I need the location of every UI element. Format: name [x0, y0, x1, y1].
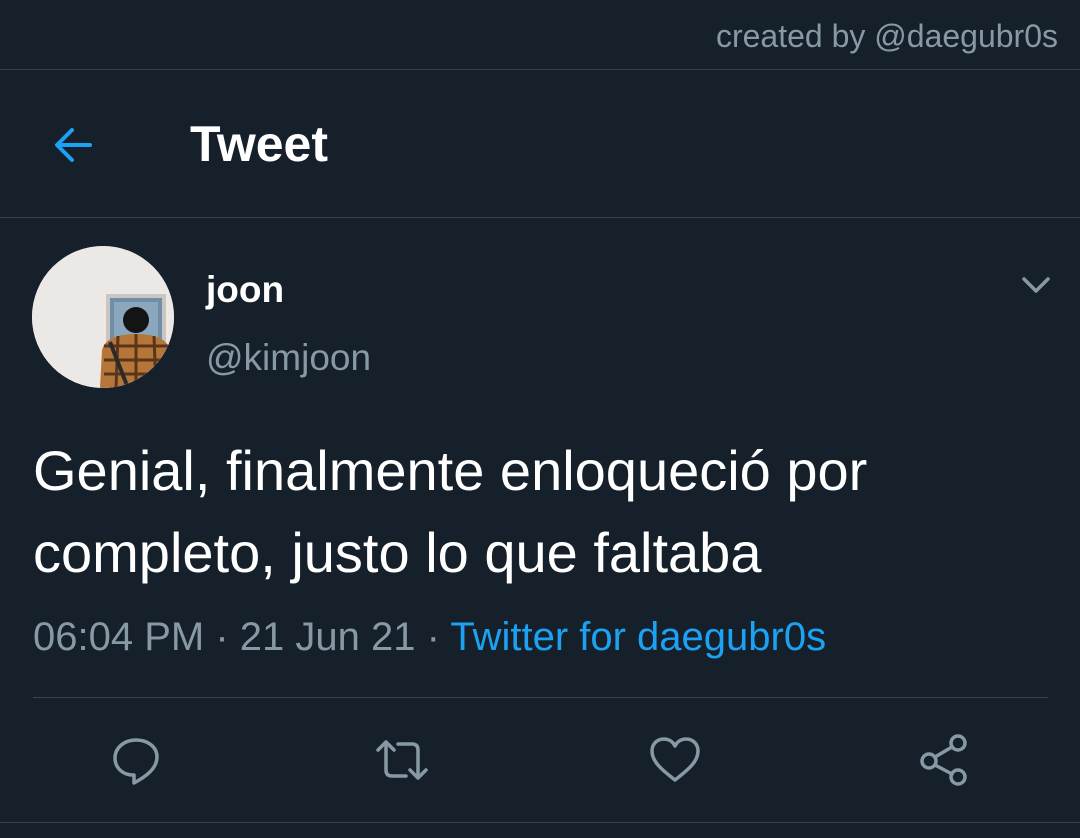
- tweet-meta: 06:04 PM · 21 Jun 21 · Twitter for daegu…: [33, 612, 826, 662]
- header: Tweet: [0, 70, 1080, 218]
- bottom-divider: [0, 822, 1080, 823]
- tweet-source-link[interactable]: Twitter for daegubr0s: [450, 615, 826, 659]
- like-button[interactable]: [645, 730, 705, 790]
- reply-icon: [113, 738, 159, 785]
- credit-text: created by @daegubr0s: [715, 18, 1058, 54]
- share-icon: [920, 734, 967, 786]
- heart-icon: [650, 737, 700, 782]
- share-button[interactable]: [914, 730, 974, 790]
- meta-separator: ·: [426, 615, 440, 659]
- tweet-time: 06:04 PM: [33, 615, 205, 659]
- back-arrow-icon[interactable]: [50, 122, 96, 168]
- tweet-text: Genial, finalmente enloqueció por comple…: [33, 439, 868, 584]
- chevron-down-icon[interactable]: [1016, 268, 1056, 302]
- user-handle[interactable]: @kimjoon: [206, 336, 371, 380]
- retweet-button[interactable]: [372, 730, 432, 790]
- divider: [33, 697, 1048, 698]
- reply-button[interactable]: [106, 730, 166, 790]
- page-title: Tweet: [190, 116, 328, 172]
- tweet-date: 21 Jun 21: [239, 615, 416, 659]
- credit-bar: created by @daegubr0s: [0, 0, 1080, 70]
- meta-separator: ·: [215, 615, 229, 659]
- retweet-icon: [376, 740, 428, 780]
- display-name[interactable]: joon: [206, 268, 284, 312]
- avatar[interactable]: [32, 246, 174, 388]
